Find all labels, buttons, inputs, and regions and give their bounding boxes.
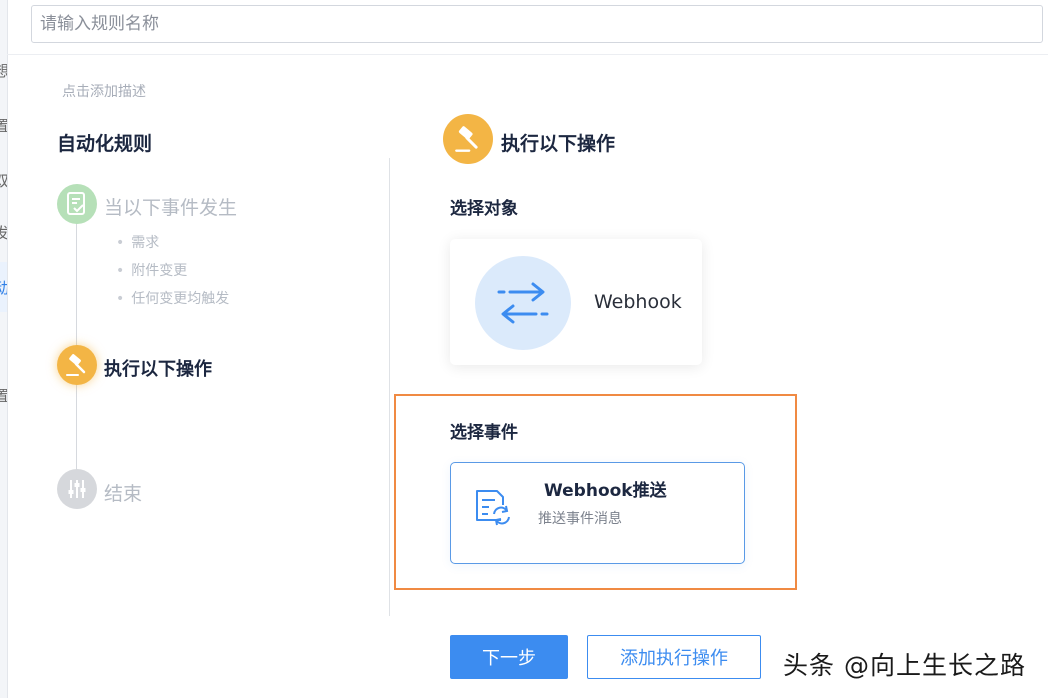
sliders-icon bbox=[68, 480, 86, 498]
sidebar-fragment: 想 置 双 发 动 置 bbox=[0, 0, 8, 698]
target-card-webhook[interactable]: Webhook bbox=[450, 239, 702, 365]
step-action-icon[interactable] bbox=[57, 345, 97, 385]
action-header-icon bbox=[443, 114, 493, 164]
step-action-label[interactable]: 执行以下操作 bbox=[104, 355, 212, 381]
sidebar-fragment-text[interactable]: 置 bbox=[0, 115, 7, 136]
sidebar-fragment-text[interactable]: 置 bbox=[0, 385, 7, 406]
sidebar-fragment-text[interactable]: 动 bbox=[0, 277, 7, 298]
trigger-event-item: 需求 bbox=[116, 232, 159, 252]
step-end-icon[interactable] bbox=[57, 469, 97, 509]
swap-arrows-icon bbox=[497, 282, 549, 324]
document-check-icon bbox=[67, 192, 85, 215]
document-refresh-icon bbox=[473, 487, 517, 533]
rule-title: 自动化规则 bbox=[57, 133, 153, 155]
select-event-label: 选择事件 bbox=[450, 423, 518, 443]
target-icon-circle bbox=[475, 256, 571, 350]
add-action-button[interactable]: 添加执行操作 bbox=[587, 635, 761, 679]
watermark: 头条 @向上生长之路 bbox=[783, 651, 1026, 680]
step-trigger-label[interactable]: 当以下事件发生 bbox=[104, 193, 237, 220]
event-title: Webhook推送 bbox=[544, 481, 667, 501]
event-card-webhook-push[interactable]: Webhook推送 推送事件消息 bbox=[450, 462, 745, 564]
target-name: Webhook bbox=[594, 291, 682, 313]
select-target-label: 选择对象 bbox=[450, 199, 518, 219]
divider bbox=[7, 54, 1048, 55]
gavel-icon bbox=[455, 126, 478, 152]
trigger-event-item: 任何变更均触发 bbox=[116, 288, 229, 308]
rule-name-input[interactable] bbox=[31, 5, 1043, 43]
sidebar-fragment-text[interactable]: 想 bbox=[0, 60, 7, 81]
add-description-link[interactable]: 点击添加描述 bbox=[62, 81, 146, 101]
action-panel-title: 执行以下操作 bbox=[501, 133, 616, 155]
panel-divider bbox=[389, 158, 390, 616]
next-step-button[interactable]: 下一步 bbox=[450, 635, 568, 679]
sidebar-fragment-text[interactable]: 双 bbox=[0, 170, 7, 191]
step-trigger-icon[interactable] bbox=[57, 184, 97, 224]
sidebar-fragment-text[interactable]: 发 bbox=[0, 222, 7, 243]
gavel-icon bbox=[66, 354, 86, 376]
event-description: 推送事件消息 bbox=[538, 511, 622, 527]
step-end-label[interactable]: 结束 bbox=[104, 479, 142, 506]
trigger-event-item: 附件变更 bbox=[116, 260, 187, 280]
